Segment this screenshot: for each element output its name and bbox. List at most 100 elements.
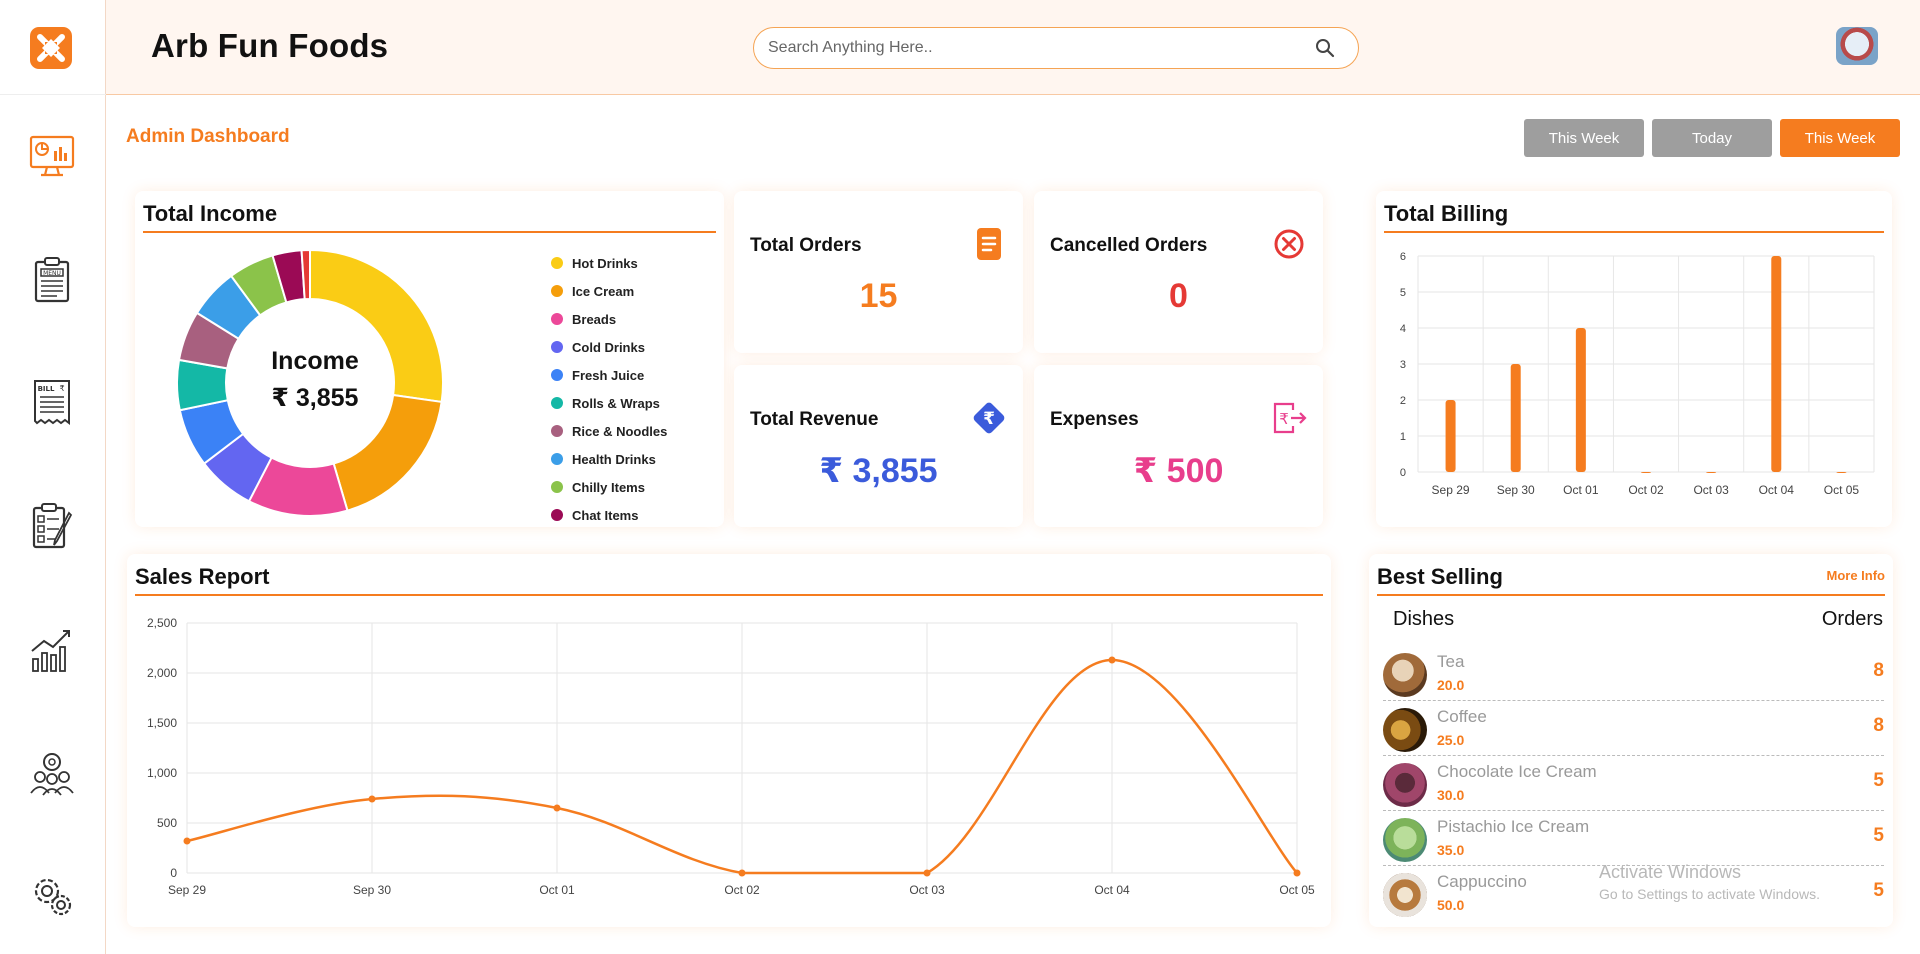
bill-receipt-icon: BILL ₹	[34, 380, 70, 425]
donut-center-title: Income	[271, 347, 359, 375]
more-info-link[interactable]: More Info	[1827, 568, 1886, 583]
y-tick-label: 1,500	[147, 716, 177, 730]
y-tick-label: 6	[1400, 251, 1406, 263]
svg-text:MENU: MENU	[43, 270, 61, 277]
search-box[interactable]	[753, 27, 1359, 69]
sidebar-item-menu[interactable]: MENU	[24, 252, 80, 308]
legend-item[interactable]: Breads	[551, 305, 667, 333]
legend-item[interactable]: Rolls & Wraps	[551, 389, 667, 417]
data-point[interactable]	[923, 869, 931, 877]
rupee-diamond-icon: ₹	[973, 402, 1005, 434]
dish-thumbnail	[1383, 763, 1427, 807]
legend-item[interactable]: Health Drinks	[551, 445, 667, 473]
legend-label: Rolls & Wraps	[572, 395, 660, 411]
sidebar-item-staff[interactable]	[24, 746, 80, 802]
search-icon[interactable]	[1314, 37, 1336, 59]
bar[interactable]	[1706, 472, 1717, 473]
data-point[interactable]	[1293, 869, 1301, 877]
app-title: Arb Fun Foods	[151, 27, 389, 64]
donut-slice[interactable]	[309, 248, 444, 404]
y-tick-label: 0	[170, 866, 177, 880]
stat-value: ₹ 3,855	[819, 452, 938, 490]
stat-value: 0	[1169, 277, 1188, 315]
x-tick-label: Oct 04	[1759, 483, 1795, 497]
legend-item[interactable]: Cold Drinks	[551, 333, 667, 361]
x-tick-label: Oct 01	[1563, 483, 1599, 497]
dish-name: Coffee	[1437, 707, 1487, 726]
dish-orders: 8	[1873, 660, 1884, 681]
cancel-circle-icon	[1274, 229, 1304, 259]
y-tick-label: 2,000	[147, 666, 177, 680]
bar[interactable]	[1575, 328, 1586, 472]
total-orders-card[interactable]: Total Orders 15	[734, 191, 1023, 353]
sidebar-item-reports[interactable]	[24, 622, 80, 678]
sales-report-card: Sales Report 0 500 1,000 1,500 2,000 2,500 Sep…	[127, 554, 1331, 927]
dish-price: 25.0	[1437, 732, 1465, 748]
y-tick-label: 2,500	[147, 616, 177, 630]
legend-item[interactable]: Ice Cream	[551, 277, 667, 305]
x-tick-label: Sep 29	[168, 883, 206, 897]
legend-swatch	[551, 481, 563, 493]
bar[interactable]	[1771, 256, 1782, 472]
legend-label: Rice & Noodles	[572, 423, 668, 439]
filter-this-week-button[interactable]: This Week	[1524, 119, 1644, 157]
dish-price: 50.0	[1437, 897, 1465, 913]
donut-center-value: ₹ 3,855	[271, 384, 359, 412]
legend-item[interactable]: Rice & Noodles	[551, 417, 667, 445]
gears-icon	[34, 878, 72, 916]
bar[interactable]	[1641, 472, 1651, 473]
dish-price: 35.0	[1437, 842, 1465, 858]
sidebar-item-dashboard[interactable]	[24, 128, 80, 184]
legend-item[interactable]: Fresh Juice	[551, 361, 667, 389]
svg-text:BILL: BILL	[38, 385, 55, 393]
total-billing-card: Total Billing 0 1 2 3 4 5 6 Sep 29 Sep 30 Oct 01 O…	[1376, 191, 1892, 527]
list-item[interactable]: Tea 20.0 8	[1383, 646, 1884, 701]
x-tick-label: Sep 30	[1497, 483, 1535, 497]
list-item[interactable]: Pistachio Ice Cream 35.0 5	[1383, 811, 1884, 866]
app-logo[interactable]	[28, 25, 74, 71]
legend-item[interactable]: Chat Items	[551, 501, 667, 529]
team-settings-icon	[30, 753, 74, 796]
search-input[interactable]	[768, 37, 1288, 59]
sales-line-chart: 0 500 1,000 1,500 2,000 2,500 Sep 29 Sep 30 Oct …	[147, 616, 1315, 897]
list-item[interactable]: Chocolate Ice Cream 30.0 5	[1383, 756, 1884, 811]
legend-swatch	[551, 425, 563, 437]
total-revenue-card[interactable]: Total Revenue ₹ ₹ 3,855	[734, 365, 1023, 527]
filter-today-button[interactable]: Today	[1652, 119, 1772, 157]
filter-this-week-active-button[interactable]: This Week	[1780, 119, 1900, 157]
sidebar-item-bill[interactable]: BILL ₹	[24, 374, 80, 430]
expenses-card[interactable]: Expenses ₹ ₹ 500	[1034, 365, 1323, 527]
bar[interactable]	[1510, 364, 1521, 472]
total-income-card: Total Income Income ₹ 3,855 Hot Drinks Ic…	[135, 191, 724, 527]
data-point[interactable]	[368, 795, 376, 803]
y-tick-label: 2	[1400, 395, 1406, 407]
x-tick-label: Oct 01	[539, 883, 575, 897]
y-tick-label: 500	[157, 816, 177, 830]
data-point[interactable]	[183, 837, 191, 845]
bar[interactable]	[1836, 472, 1847, 473]
data-point[interactable]	[553, 804, 561, 812]
legend-label: Ice Cream	[572, 283, 635, 299]
legend-item[interactable]: Chilly Items	[551, 473, 667, 501]
legend-label: Fresh Juice	[572, 367, 645, 383]
sidebar-item-orders[interactable]	[24, 498, 80, 554]
dish-orders: 5	[1873, 825, 1884, 846]
legend-item[interactable]: Hot Drinks	[551, 249, 667, 277]
list-item[interactable]: Coffee 25.0 8	[1383, 701, 1884, 756]
cancelled-orders-card[interactable]: Cancelled Orders 0	[1034, 191, 1323, 353]
y-tick-label: 1	[1400, 431, 1406, 443]
legend-swatch	[551, 453, 563, 465]
document-icon	[977, 228, 1001, 260]
legend-swatch	[551, 257, 563, 269]
card-title: Best Selling	[1377, 564, 1503, 589]
page-title: Admin Dashboard	[126, 126, 290, 147]
data-point[interactable]	[738, 869, 746, 877]
avatar[interactable]	[1836, 27, 1878, 65]
bar[interactable]	[1445, 400, 1456, 472]
data-point[interactable]	[1108, 656, 1116, 664]
sidebar-item-settings[interactable]	[24, 868, 80, 924]
stat-label: Cancelled Orders	[1050, 235, 1208, 256]
legend-label: Hot Drinks	[572, 255, 638, 271]
dish-thumbnail	[1383, 653, 1427, 697]
x-tick-label: Oct 02	[724, 883, 760, 897]
